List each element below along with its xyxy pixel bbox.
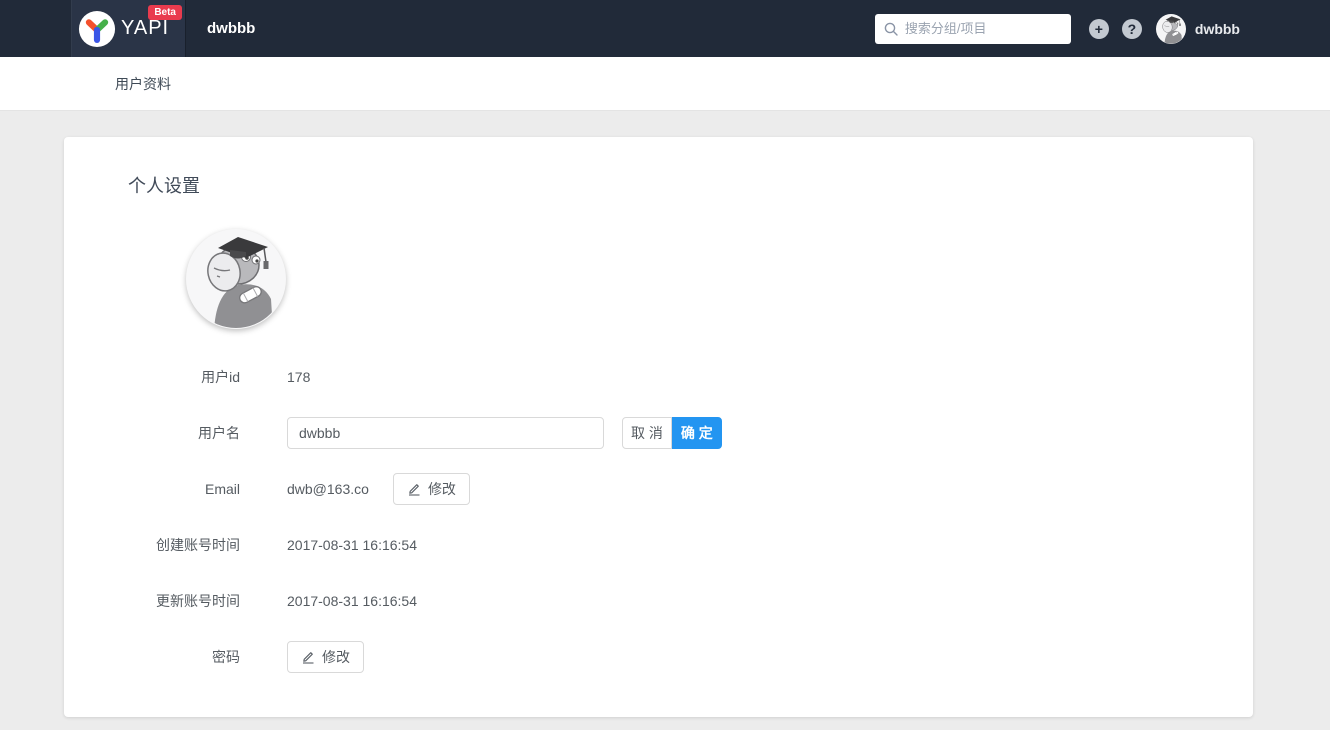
- row-created-at: 创建账号时间 2017-08-31 16:16:54: [64, 529, 1253, 561]
- row-username: 用户名 取 消 确 定: [64, 417, 1253, 449]
- edit-email-button[interactable]: 修改: [392, 473, 470, 505]
- add-project-button[interactable]: +: [1088, 18, 1109, 39]
- search-box: [874, 13, 1071, 44]
- username-actions: 取 消 确 定: [622, 417, 722, 449]
- settings-card: 个人设置 用户id 178 用户名 dwbbb 取 消 确 定 Email dw…: [64, 137, 1253, 717]
- help-button[interactable]: ?: [1121, 18, 1142, 39]
- profile-form: 用户id 178 用户名 取 消 确 定 Email dwb@163.co: [64, 361, 1253, 673]
- main-content: 个人设置 用户id 178 用户名 dwbbb 取 消 确 定 Email dw…: [0, 137, 1330, 717]
- user-id-label: 用户id: [201, 369, 240, 385]
- created-at-value: 2017-08-31 16:16:54: [287, 537, 417, 553]
- email-value: dwb@163.co: [287, 481, 369, 497]
- row-password: 密码 修改: [64, 641, 1253, 673]
- navbar-right: + ?: [874, 13, 1240, 44]
- cancel-button[interactable]: 取 消: [622, 417, 672, 449]
- yapi-logo[interactable]: YAPI Beta: [72, 0, 186, 57]
- email-label: Email: [204, 481, 240, 497]
- row-user-id: 用户id 178: [64, 361, 1253, 393]
- page-title: dwbbb: [207, 20, 256, 37]
- top-navbar: YAPI Beta dwbbb + ?: [0, 0, 1330, 57]
- updated-at-label: 更新账号时间: [156, 593, 240, 609]
- yapi-logo-icon: [78, 10, 116, 48]
- profile-avatar[interactable]: [186, 229, 286, 329]
- password-label: 密码: [212, 649, 240, 665]
- breadcrumb: 用户资料: [115, 75, 171, 92]
- beta-badge: Beta: [148, 5, 182, 20]
- row-email: Email dwb@163.co 修改: [64, 473, 1253, 505]
- updated-at-value: 2017-08-31 16:16:54: [287, 593, 417, 609]
- search-input[interactable]: [904, 21, 1062, 36]
- navbar-left-edge: [0, 0, 72, 57]
- row-updated-at: 更新账号时间 2017-08-31 16:16:54: [64, 585, 1253, 617]
- card-heading: 个人设置: [128, 176, 200, 196]
- navbar-username[interactable]: dwbbb: [1195, 21, 1240, 37]
- edit-email-label: 修改: [427, 481, 456, 497]
- edit-password-label: 修改: [322, 649, 350, 665]
- breadcrumb-bar: 用户资料: [0, 57, 1330, 111]
- search-icon: [884, 22, 898, 36]
- edit-icon: [303, 652, 314, 664]
- logo-text: YAPI: [121, 17, 170, 39]
- created-at-label: 创建账号时间: [156, 537, 240, 553]
- edit-icon: [408, 484, 420, 496]
- edit-password-button[interactable]: 修改: [287, 641, 364, 673]
- username-input[interactable]: [287, 417, 604, 449]
- user-id-value: 178: [287, 369, 311, 385]
- confirm-button[interactable]: 确 定: [671, 417, 722, 449]
- user-avatar[interactable]: [1155, 13, 1186, 44]
- username-label: 用户名: [198, 425, 240, 441]
